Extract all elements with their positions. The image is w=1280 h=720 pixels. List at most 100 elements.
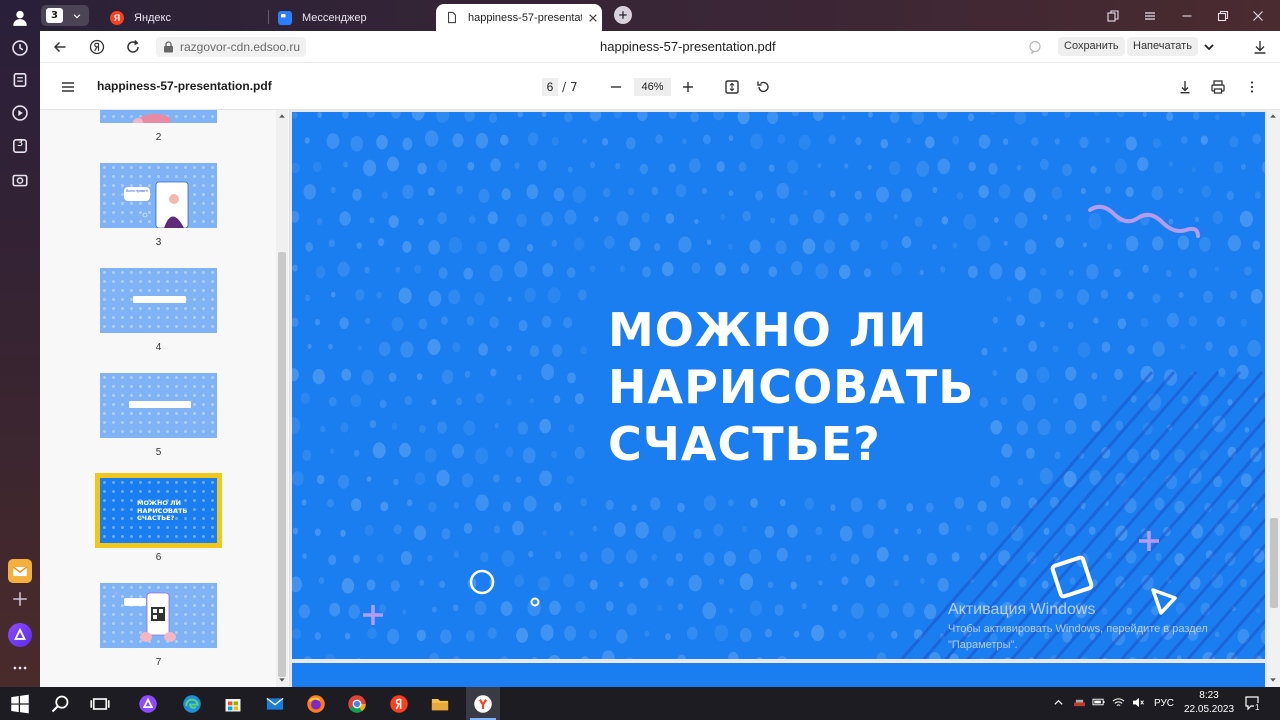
slide-dot <box>318 577 325 584</box>
slide-dot <box>891 262 902 276</box>
network-icon[interactable] <box>1073 697 1086 711</box>
browser-menu-icon[interactable] <box>1140 6 1160 26</box>
media-play-icon[interactable] <box>8 101 32 125</box>
thumbnail-caption-box <box>129 401 191 408</box>
tab-yandex[interactable]: Я Яндекс <box>110 4 270 31</box>
slide-dot <box>516 627 529 643</box>
print-button[interactable]: Напечатать <box>1127 37 1198 56</box>
viewer-scrollbar-thumb[interactable] <box>1270 518 1278 608</box>
thumbnail-page-6[interactable]: МОЖНО ЛИ НАРИСОВАТЬ СЧАСТЬЕ? <box>95 473 222 548</box>
restore-window-icon[interactable] <box>1213 6 1233 26</box>
thumbnail-page-4[interactable] <box>100 268 217 333</box>
slide-dot <box>675 184 687 198</box>
yandex-home-icon[interactable] <box>87 37 107 57</box>
chevron-down-icon[interactable] <box>1199 37 1219 57</box>
slide-dot <box>768 164 775 172</box>
save-button[interactable]: Сохранить <box>1058 37 1125 56</box>
tab-happiness-pdf[interactable]: happiness-57-presentat <box>436 4 602 31</box>
translate-bubble-icon[interactable] <box>1025 37 1045 57</box>
zoom-in-icon[interactable] <box>678 77 698 97</box>
fit-page-icon[interactable] <box>722 77 742 97</box>
alice-assistant-icon[interactable] <box>8 623 32 647</box>
slide-dot <box>1088 526 1096 535</box>
thumbnail-page-2[interactable] <box>100 110 217 123</box>
task-view-icon[interactable] <box>89 693 111 715</box>
wifi-icon[interactable] <box>1112 697 1125 711</box>
profile-icon[interactable] <box>8 6 32 30</box>
alice-taskbar-icon[interactable] <box>137 693 159 715</box>
chrome-icon[interactable] <box>346 693 368 715</box>
slide-dot <box>703 134 711 145</box>
slide-dot <box>1166 112 1174 121</box>
mail-app-icon[interactable] <box>264 693 286 715</box>
yandex-browser-taskbar-icon[interactable] <box>466 687 500 720</box>
slide-dot <box>626 603 637 616</box>
slide-dot <box>1152 293 1161 304</box>
add-panel-icon[interactable] <box>8 587 32 611</box>
slide-dot <box>839 264 851 279</box>
microsoft-store-icon[interactable] <box>222 693 244 715</box>
slide-dot <box>1088 213 1102 230</box>
thumbnail-page-7[interactable] <box>100 583 217 648</box>
file-explorer-icon[interactable] <box>429 693 451 715</box>
tray-expand-icon[interactable] <box>1053 697 1064 711</box>
mail-icon[interactable] <box>8 559 32 583</box>
battery-icon[interactable] <box>1092 697 1105 710</box>
rotate-icon[interactable] <box>753 77 773 97</box>
collections-icon[interactable] <box>8 68 32 92</box>
search-icon[interactable] <box>49 693 71 715</box>
volume-icon[interactable] <box>1132 697 1145 711</box>
windows-start-icon[interactable] <box>9 693 31 715</box>
slide-dot <box>737 112 750 125</box>
zoom-level[interactable]: 46% <box>634 78 671 96</box>
thumbnail-page-3[interactable]: Всем привет! <box>100 163 217 228</box>
history-icon[interactable] <box>8 36 32 60</box>
hamburger-menu-icon[interactable] <box>58 77 78 97</box>
zoom-out-icon[interactable] <box>606 77 626 97</box>
notifications-icon[interactable]: 1 <box>1244 695 1261 714</box>
tab-messenger[interactable]: Мессенджер <box>278 4 436 31</box>
clock[interactable]: 8:23 22.05.2023 <box>1184 690 1234 715</box>
thumbnail-scrollbar-thumb[interactable] <box>278 252 286 677</box>
edge-icon[interactable] <box>181 693 203 715</box>
back-icon[interactable] <box>50 37 70 57</box>
new-tab-button[interactable] <box>614 6 632 24</box>
scroll-down-arrow-icon[interactable] <box>278 676 286 684</box>
slide-dot <box>1003 240 1008 246</box>
tab-counter-button[interactable]: 3 <box>41 5 89 26</box>
slide-dot <box>488 112 498 124</box>
print-icon[interactable] <box>1208 77 1228 97</box>
slide-dot <box>331 291 336 298</box>
slide-dot <box>750 498 758 508</box>
slide-dot <box>900 188 912 203</box>
thumbnail-page-5[interactable] <box>100 373 217 438</box>
slide-dot <box>625 549 638 564</box>
scroll-up-arrow-icon[interactable] <box>278 112 286 120</box>
screenshot-icon[interactable] <box>8 168 32 192</box>
zen-counter-icon[interactable]: 3 <box>8 134 32 158</box>
scroll-down-arrow-icon[interactable] <box>1269 676 1277 684</box>
slide-dot <box>749 600 763 616</box>
slide-dot <box>1178 291 1184 299</box>
close-tab-icon[interactable] <box>588 13 598 23</box>
input-language-indicator[interactable]: РУС <box>1154 698 1174 709</box>
reload-icon[interactable] <box>123 37 143 57</box>
close-window-icon[interactable] <box>1248 6 1268 26</box>
slide-dot <box>779 499 786 507</box>
more-vertical-icon[interactable] <box>1242 77 1262 97</box>
minimize-icon[interactable] <box>1177 6 1197 26</box>
slide-dot <box>1213 161 1224 174</box>
scroll-up-arrow-icon[interactable] <box>1269 112 1277 120</box>
bookmarks-collection-icon[interactable] <box>1103 6 1123 26</box>
download-pdf-icon[interactable] <box>1175 77 1195 97</box>
page-number-input[interactable] <box>542 78 558 96</box>
url-field[interactable]: razgovor-cdn.edsoo.ru <box>156 37 307 57</box>
slide-dot <box>350 394 362 408</box>
slide-dot <box>464 112 475 122</box>
firefox-icon[interactable] <box>305 693 327 715</box>
slide-dot <box>677 654 687 659</box>
slide-dot <box>682 138 687 145</box>
more-options-icon[interactable] <box>8 656 32 680</box>
downloads-icon[interactable] <box>1250 37 1270 57</box>
yandex-taskbar-icon[interactable] <box>388 693 410 715</box>
